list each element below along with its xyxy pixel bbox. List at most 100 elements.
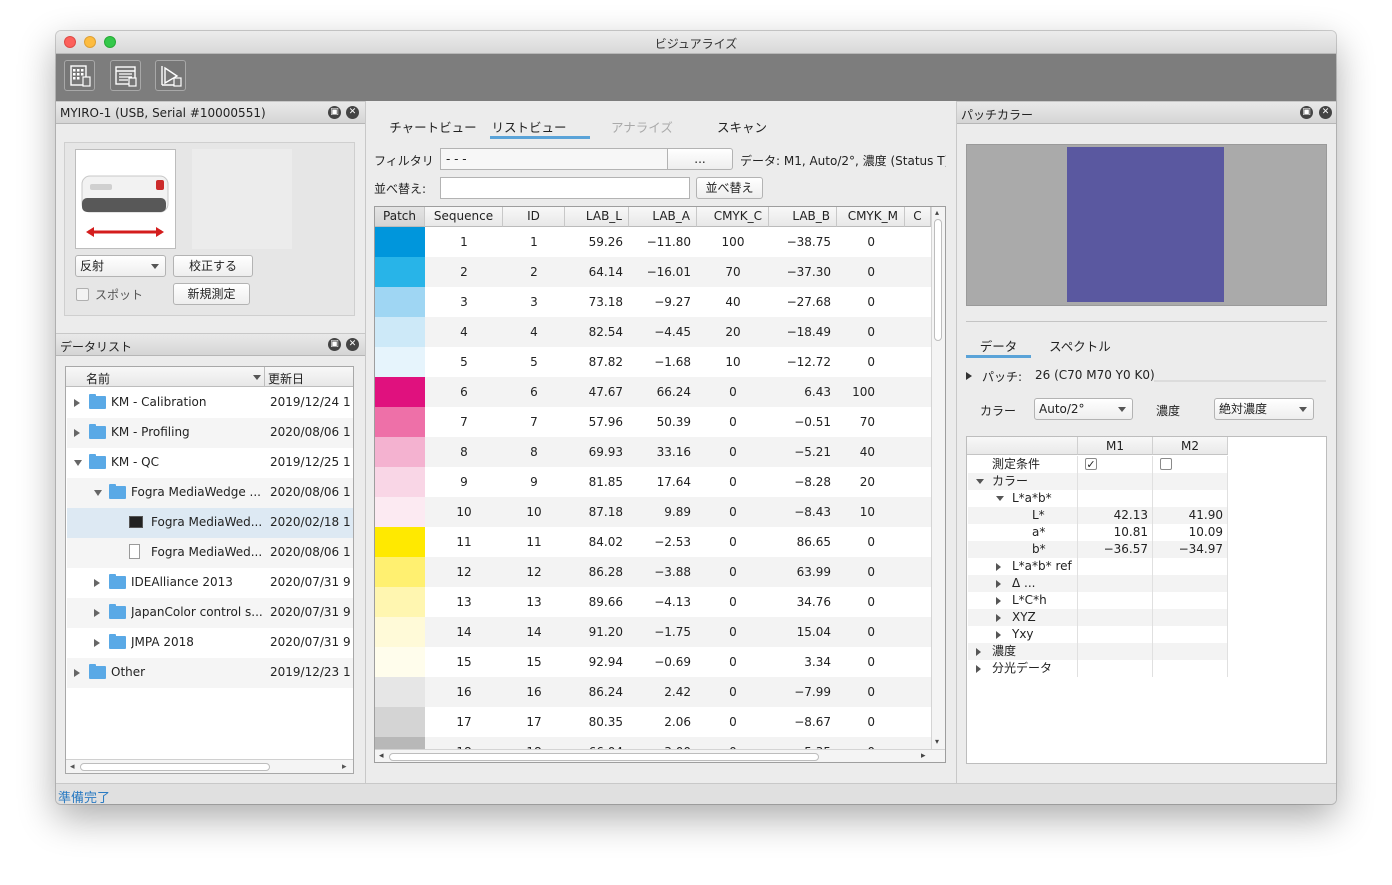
- sort-button[interactable]: 並べ替え: [696, 177, 763, 199]
- list-view-toolbar-button[interactable]: [110, 60, 141, 91]
- tree-row[interactable]: Fogra MediaWed... 2020/08/06 1: [67, 538, 353, 568]
- mode-select[interactable]: 反射: [75, 255, 166, 277]
- new-measurement-button[interactable]: 新規測定: [173, 283, 250, 305]
- density-mode-select[interactable]: 絶対濃度: [1214, 398, 1314, 420]
- collapsed-triangle-icon[interactable]: [996, 580, 1001, 588]
- scroll-left-icon[interactable]: ◂: [70, 762, 75, 772]
- table-cell: 4: [460, 325, 468, 339]
- table-cell: 12: [456, 565, 472, 579]
- table-horizontal-scrollbar[interactable]: ◂ ▸: [375, 749, 945, 762]
- collapsed-triangle-icon[interactable]: [996, 631, 1001, 639]
- close-icon[interactable]: ✕: [1319, 106, 1332, 119]
- table-scroll-thumb[interactable]: [934, 219, 942, 341]
- column-header[interactable]: LAB_B: [769, 207, 837, 227]
- spot-checkbox[interactable]: [76, 288, 89, 301]
- scroll-left-icon[interactable]: ◂: [379, 751, 384, 761]
- col-name-header[interactable]: 名前: [86, 370, 110, 387]
- datalist-panel-title: データリスト: [60, 340, 133, 354]
- tree-row[interactable]: KM - Profiling 2020/08/06 1: [67, 418, 353, 448]
- color-mode-select[interactable]: Auto/2°: [1034, 398, 1133, 420]
- column-header[interactable]: Patch: [375, 207, 425, 227]
- measurement-row[interactable]: 分光データ: [968, 660, 1228, 677]
- collapsed-triangle-icon[interactable]: [74, 399, 80, 407]
- tree-row[interactable]: JapanColor control s... 2020/07/31 9: [67, 598, 353, 628]
- tree-row[interactable]: Fogra MediaWedge ... 2020/08/06 1: [67, 478, 353, 508]
- tab-data[interactable]: データ: [966, 336, 1031, 355]
- measurement-row[interactable]: a* 10.81 10.09: [968, 524, 1228, 541]
- patch-swatch: [375, 617, 425, 647]
- close-icon[interactable]: ✕: [346, 106, 359, 119]
- column-header[interactable]: Sequence: [425, 207, 503, 227]
- close-icon[interactable]: ✕: [346, 338, 359, 351]
- measurement-row[interactable]: L*a*b*: [968, 490, 1228, 507]
- expanded-triangle-icon[interactable]: [996, 496, 1004, 501]
- measurement-row[interactable]: カラー: [968, 473, 1228, 490]
- collapsed-triangle-icon[interactable]: [996, 597, 1001, 605]
- left-splitter[interactable]: [365, 101, 366, 783]
- collapsed-triangle-icon[interactable]: [94, 639, 100, 647]
- scroll-right-icon[interactable]: ▸: [342, 762, 347, 772]
- table-cell: 57.96: [588, 415, 623, 429]
- patch-expand-icon[interactable]: [966, 372, 972, 380]
- m1-checkbox[interactable]: ✓: [1085, 458, 1097, 470]
- measurement-row[interactable]: Yxy: [968, 626, 1228, 643]
- collapsed-triangle-icon[interactable]: [976, 648, 981, 656]
- tree-row[interactable]: Other 2019/12/23 1: [67, 658, 353, 688]
- measurement-row[interactable]: L*a*b* ref: [968, 558, 1228, 575]
- column-header[interactable]: ID: [503, 207, 565, 227]
- table-vertical-scrollbar[interactable]: ▴ ▾: [931, 207, 945, 749]
- scroll-right-icon[interactable]: ▸: [921, 751, 926, 761]
- col-date-header[interactable]: 更新日: [268, 370, 304, 387]
- list-view-icon: [115, 66, 137, 87]
- tab-chart-view[interactable]: チャートビュー: [374, 117, 492, 136]
- tree-row[interactable]: Fogra MediaWed... 2020/02/18 1: [67, 508, 353, 538]
- expanded-triangle-icon[interactable]: [74, 460, 82, 466]
- restore-icon[interactable]: ▣: [328, 106, 341, 119]
- measurement-row[interactable]: 濃度: [968, 643, 1228, 660]
- restore-icon[interactable]: ▣: [1300, 106, 1313, 119]
- tree-item-name: Fogra MediaWed...: [151, 545, 263, 559]
- collapsed-triangle-icon[interactable]: [976, 665, 981, 673]
- calibrate-button[interactable]: 校正する: [173, 255, 253, 277]
- sort-input[interactable]: [440, 177, 690, 199]
- column-header[interactable]: C: [905, 207, 931, 227]
- column-header[interactable]: CMYK_C: [697, 207, 769, 227]
- collapsed-triangle-icon[interactable]: [94, 579, 100, 587]
- expanded-triangle-icon[interactable]: [94, 490, 102, 496]
- table-cell: 6.43: [804, 385, 831, 399]
- column-header[interactable]: LAB_L: [565, 207, 629, 227]
- analyze-toolbar-button[interactable]: [155, 60, 186, 91]
- scroll-up-icon[interactable]: ▴: [935, 208, 939, 217]
- measurement-row[interactable]: Δ ...: [968, 575, 1228, 592]
- tree-row[interactable]: IDEAlliance 2013 2020/07/31 9: [67, 568, 353, 598]
- tab-list-view[interactable]: リストビュー: [479, 117, 579, 136]
- filter-browse-button[interactable]: ...: [667, 148, 733, 170]
- column-header[interactable]: CMYK_M: [837, 207, 905, 227]
- scroll-down-icon[interactable]: ▾: [935, 737, 939, 746]
- tree-row[interactable]: KM - QC 2019/12/25 1: [67, 448, 353, 478]
- right-splitter[interactable]: [956, 101, 957, 783]
- collapsed-triangle-icon[interactable]: [74, 669, 80, 677]
- column-header[interactable]: LAB_A: [629, 207, 697, 227]
- measurement-row[interactable]: b* −36.57 −34.97: [968, 541, 1228, 558]
- tab-spectrum[interactable]: スペクトル: [1035, 336, 1125, 355]
- horizontal-scrollbar[interactable]: ◂ ▸: [66, 759, 353, 773]
- filter-input[interactable]: - - -: [440, 148, 668, 170]
- collapsed-triangle-icon[interactable]: [996, 563, 1001, 571]
- table-hscroll-thumb[interactable]: [389, 753, 819, 761]
- measurement-row[interactable]: L* 42.13 41.90: [968, 507, 1228, 524]
- scroll-thumb[interactable]: [80, 763, 270, 771]
- m2-checkbox[interactable]: [1160, 458, 1172, 470]
- measurement-row[interactable]: 測定条件 ✓: [968, 456, 1228, 473]
- measurement-row[interactable]: XYZ: [968, 609, 1228, 626]
- collapsed-triangle-icon[interactable]: [74, 429, 80, 437]
- expanded-triangle-icon[interactable]: [976, 479, 984, 484]
- measurement-row[interactable]: L*C*h: [968, 592, 1228, 609]
- tree-row[interactable]: KM - Calibration 2019/12/24 1: [67, 388, 353, 418]
- collapsed-triangle-icon[interactable]: [94, 609, 100, 617]
- restore-icon[interactable]: ▣: [328, 338, 341, 351]
- collapsed-triangle-icon[interactable]: [996, 614, 1001, 622]
- tab-scan[interactable]: スキャン: [697, 117, 787, 136]
- chart-view-toolbar-button[interactable]: [64, 60, 95, 91]
- tree-row[interactable]: JMPA 2018 2020/07/31 9: [67, 628, 353, 658]
